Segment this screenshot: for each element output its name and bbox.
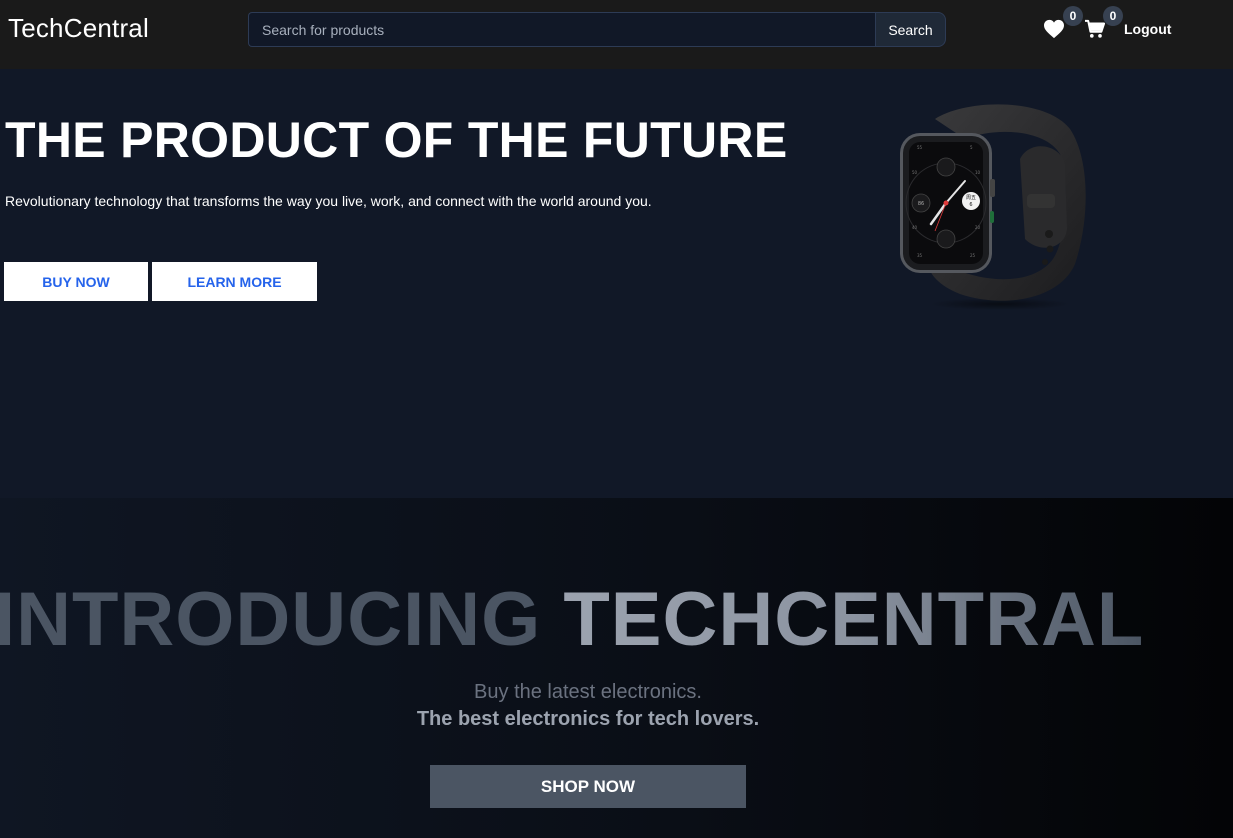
heart-icon — [1044, 19, 1064, 39]
wishlist-button[interactable] — [1043, 19, 1067, 41]
search-input[interactable] — [248, 12, 875, 47]
intro-heading-word2: TECHCENTRAL — [563, 577, 1145, 662]
intro-heading: INTRODUCING TECHCENTRAL — [0, 576, 1144, 663]
learn-more-button[interactable]: LEARN MORE — [152, 262, 317, 301]
logout-link[interactable]: Logout — [1124, 21, 1171, 37]
cart-icon — [1085, 19, 1106, 38]
shop-now-button[interactable]: SHOP NOW — [430, 765, 746, 808]
intro-tagline-1: Buy the latest electronics. — [474, 681, 702, 703]
svg-text:55: 55 — [917, 145, 923, 150]
intro-tagline-2: The best electronics for tech lovers. — [416, 708, 760, 730]
hero-subtitle: Revolutionary technology that transforms… — [5, 193, 652, 209]
brand-logo[interactable]: TechCentral — [8, 13, 149, 44]
cart-count-badge: 0 — [1103, 6, 1123, 26]
search-button[interactable]: Search — [875, 12, 946, 47]
svg-text:40: 40 — [912, 225, 918, 230]
wishlist-count-badge: 0 — [1063, 6, 1083, 26]
svg-text:10: 10 — [975, 170, 981, 175]
svg-text:35: 35 — [917, 253, 923, 258]
svg-text:20: 20 — [975, 225, 981, 230]
intro-heading-word1: INTRODUCING — [0, 577, 542, 662]
smartwatch-image: 周五 6 86 55 5 50 10 40 20 35 25 — [900, 104, 1086, 310]
hero-section: THE PRODUCT OF THE FUTURE Revolutionary … — [0, 69, 1233, 498]
intro-section: INTRODUCING TECHCENTRAL Buy the latest e… — [0, 498, 1233, 838]
top-navbar: TechCentral Search 0 0 Logout — [0, 0, 1233, 69]
svg-text:25: 25 — [970, 253, 976, 258]
buy-now-button[interactable]: BUY NOW — [4, 262, 148, 301]
svg-text:周五: 周五 — [966, 195, 976, 201]
svg-text:86: 86 — [918, 201, 924, 207]
svg-text:6: 6 — [969, 202, 972, 208]
svg-text:50: 50 — [912, 170, 918, 175]
hero-title: THE PRODUCT OF THE FUTURE — [5, 112, 788, 168]
search-bar: Search — [248, 12, 946, 47]
